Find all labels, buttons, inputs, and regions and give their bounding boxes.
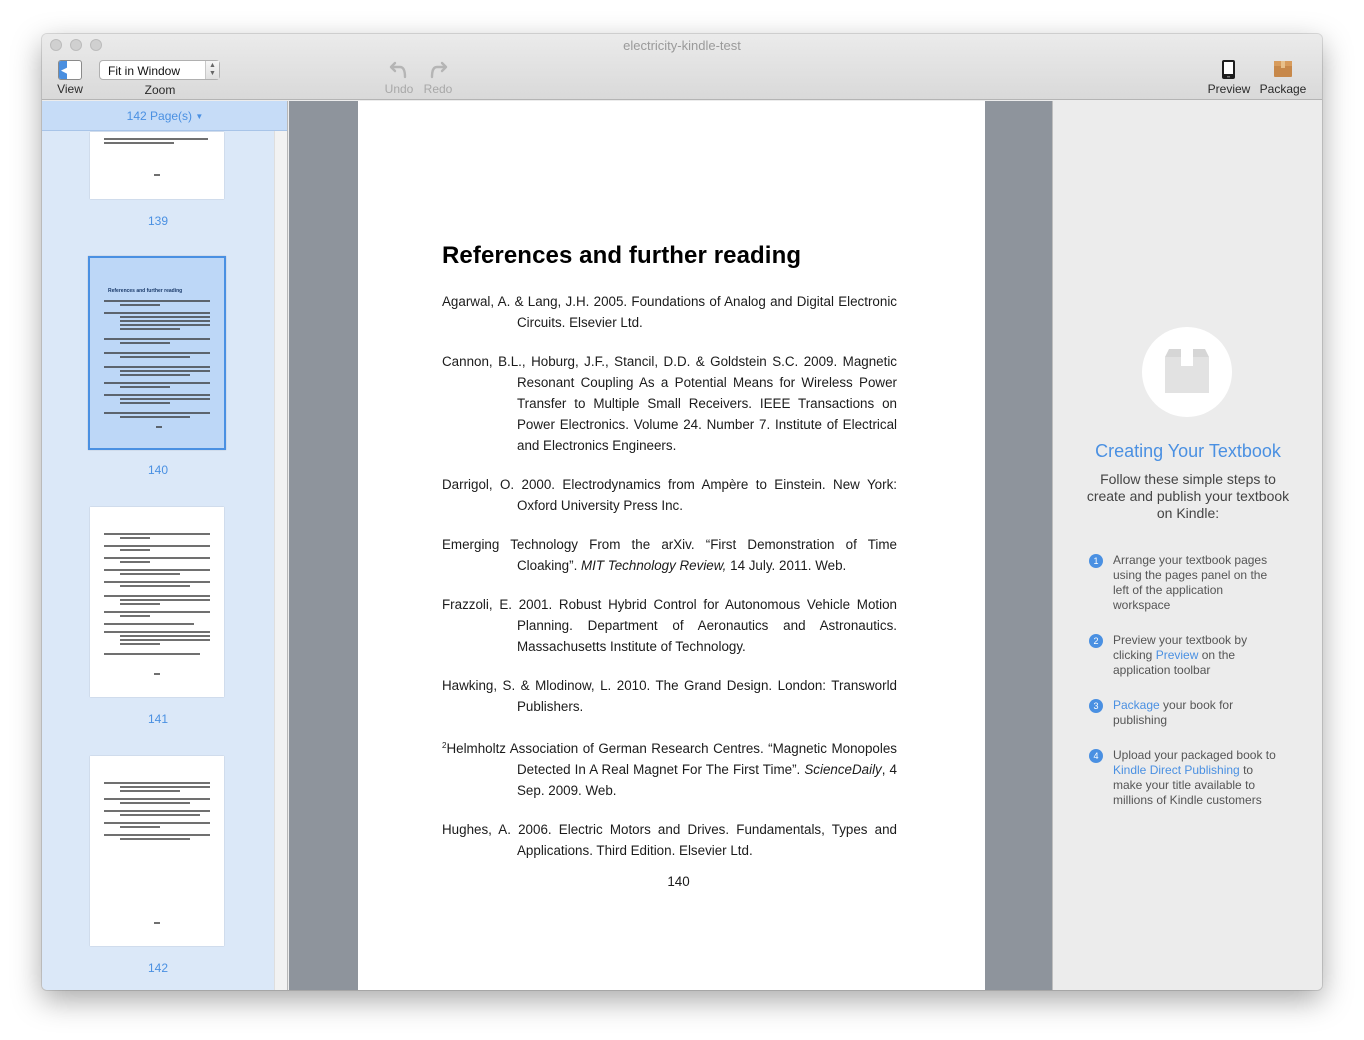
- sidebar-scrollbar[interactable]: [274, 131, 287, 990]
- zoom-value: Fit in Window: [108, 64, 181, 78]
- package-button[interactable]: Package: [1255, 82, 1311, 96]
- window-title: electricity-kindle-test: [623, 38, 741, 53]
- document-page[interactable]: References and further reading Agarwal, …: [358, 101, 985, 990]
- stepper-arrows-icon[interactable]: ▲ ▼: [205, 61, 219, 79]
- page-thumbnail-142[interactable]: [90, 756, 224, 946]
- undo-icon[interactable]: [389, 59, 409, 79]
- page-thumbnail-label: 141: [147, 712, 169, 726]
- step-text: Arrange your textbook pages using the pa…: [1113, 553, 1268, 612]
- step-number-badge: 4: [1089, 749, 1103, 763]
- reference-item: Frazzoli, E. 2001. Robust Hybrid Control…: [442, 597, 897, 654]
- page-thumbnail-label: 139: [147, 214, 169, 228]
- step-number-badge: 2: [1089, 634, 1103, 648]
- reference-item: Hawking, S. & Mlodinow, L. 2010. The Gra…: [442, 678, 897, 714]
- box-icon: [1165, 349, 1209, 393]
- pages-sidebar: 142 Page(s) ▼ 139 References and further…: [42, 101, 288, 990]
- page-thumbnail-141[interactable]: [90, 507, 224, 697]
- undo-button[interactable]: Undo: [382, 82, 416, 96]
- kindle-device-icon[interactable]: [1221, 59, 1237, 81]
- reference-item: Emerging Technology From the arXiv. “Fir…: [442, 537, 897, 573]
- kindle-direct-publishing-link[interactable]: Kindle Direct Publishing: [1113, 763, 1240, 777]
- step-text: Package your book for publishing: [1113, 698, 1234, 727]
- reference-item: Hughes, A. 2006. Electric Motors and Dri…: [442, 822, 897, 858]
- reference-item: 2Helmholtz Association of German Researc…: [442, 741, 898, 798]
- redo-button[interactable]: Redo: [420, 82, 456, 96]
- page-thumbnail-label: 142: [147, 961, 169, 975]
- preview-button[interactable]: Preview: [1205, 82, 1253, 96]
- document-workspace: References and further reading Agarwal, …: [289, 101, 1052, 990]
- step-text: Upload your packaged book to Kindle Dire…: [1113, 748, 1276, 807]
- zoom-select[interactable]: Fit in Window ▲ ▼: [99, 60, 220, 80]
- help-subtitle: Follow these simple steps to create and …: [1086, 471, 1290, 521]
- step-text: Preview your textbook by clicking Previe…: [1113, 633, 1248, 677]
- package-link[interactable]: Package: [1113, 698, 1160, 712]
- reference-item: Darrigol, O. 2000. Electrodynamics from …: [442, 477, 897, 513]
- zoom-label: Zoom: [144, 83, 176, 97]
- view-toggle-button[interactable]: ◀: [58, 60, 82, 80]
- textbook-box-illustration: [1142, 327, 1232, 417]
- help-title: Creating Your Textbook: [1095, 441, 1281, 461]
- page-thumbnail-139[interactable]: [90, 132, 224, 199]
- chevron-left-icon: ◀: [61, 65, 68, 75]
- page-count-label: 142 Page(s): [126, 109, 193, 123]
- page-heading: References and further reading: [442, 242, 802, 269]
- caret-down-icon: ▼: [195, 112, 204, 121]
- app-window: electricity-kindle-test ◀ View Fit in Wi…: [42, 34, 1322, 990]
- reference-item: Agarwal, A. & Lang, J.H. 2005. Foundatio…: [442, 294, 897, 330]
- page-count-dropdown[interactable]: 142 Page(s) ▼: [42, 101, 287, 131]
- step-number-badge: 1: [1089, 554, 1103, 568]
- page-thumbnail-140[interactable]: References and further reading: [88, 256, 226, 450]
- reference-list: Agarwal, A. & Lang, J.H. 2005. Foundatio…: [442, 291, 897, 879]
- page-number: 140: [667, 874, 690, 889]
- package-box-icon[interactable]: [1273, 59, 1293, 79]
- reference-item: Cannon, B.L., Hoburg, J.F., Stancil, D.D…: [442, 354, 897, 453]
- step-number-badge: 3: [1089, 699, 1103, 713]
- view-label: View: [57, 82, 83, 96]
- toolbar: electricity-kindle-test ◀ View Fit in Wi…: [42, 34, 1322, 100]
- preview-link[interactable]: Preview: [1156, 648, 1199, 662]
- help-panel: Creating Your Textbook Follow these simp…: [1052, 101, 1322, 990]
- page-thumbnail-label: 140: [147, 463, 169, 477]
- redo-icon[interactable]: [428, 59, 448, 79]
- thumbnail-title: References and further reading: [108, 288, 183, 294]
